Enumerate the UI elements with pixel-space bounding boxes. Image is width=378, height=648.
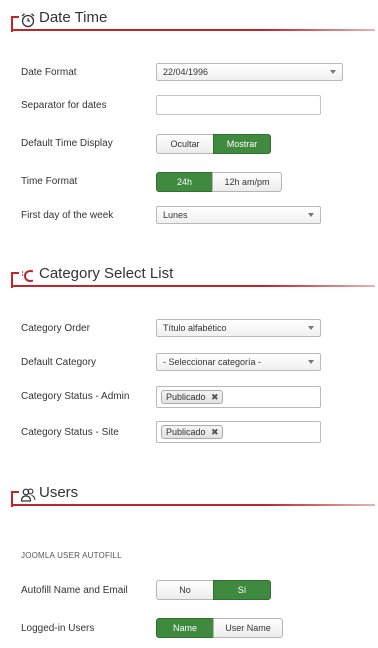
category-status-site-label: Category Status - Site bbox=[21, 427, 119, 438]
default-category-label: Default Category bbox=[21, 357, 97, 368]
12h-button[interactable]: 12h am/pm bbox=[212, 172, 282, 192]
chevron-down-icon bbox=[308, 326, 314, 330]
category-order-select[interactable]: Título alfabético bbox=[156, 319, 321, 337]
logged-in-users-toggle: Name User Name bbox=[156, 618, 283, 638]
status-chip-label: Publicado bbox=[166, 427, 206, 437]
remove-chip-icon[interactable]: ✖ bbox=[211, 391, 219, 403]
name-button[interactable]: Name bbox=[156, 618, 214, 638]
status-chip-label: Publicado bbox=[166, 392, 206, 402]
time-format-label: Time Format bbox=[21, 176, 78, 187]
category-order-value: Título alfabético bbox=[163, 323, 227, 333]
default-time-display-label: Default Time Display bbox=[21, 138, 113, 149]
section-header-date-time: Date Time bbox=[0, 6, 378, 36]
chevron-down-icon bbox=[308, 213, 314, 217]
date-format-label: Date Format bbox=[21, 67, 77, 78]
chevron-down-icon bbox=[330, 70, 336, 74]
date-format-select[interactable]: 22/04/1996 bbox=[156, 63, 343, 81]
category-status-admin-input[interactable]: Publicado ✖ bbox=[156, 386, 321, 408]
first-day-value: Lunes bbox=[163, 210, 188, 220]
no-button[interactable]: No bbox=[156, 580, 214, 600]
first-day-label: First day of the week bbox=[21, 210, 114, 221]
status-chip: Publicado ✖ bbox=[161, 390, 223, 404]
ocultar-button[interactable]: Ocultar bbox=[156, 134, 214, 154]
section-title: Category Select List bbox=[39, 265, 174, 282]
separator-input[interactable] bbox=[156, 95, 321, 115]
section-title: Users bbox=[39, 484, 79, 501]
section-divider bbox=[11, 285, 375, 287]
remove-chip-icon[interactable]: ✖ bbox=[211, 426, 219, 438]
default-category-select[interactable]: - Seleccionar categoría - bbox=[156, 353, 321, 371]
section-header-category: Category Select List bbox=[0, 262, 378, 292]
separator-label: Separator for dates bbox=[21, 100, 107, 111]
section-title: Date Time bbox=[39, 9, 108, 26]
si-button[interactable]: Sí bbox=[213, 580, 271, 600]
section-header-users: Users bbox=[0, 481, 378, 511]
logged-in-users-label: Logged-in Users bbox=[21, 623, 95, 634]
autofill-label: Autofill Name and Email bbox=[21, 585, 128, 596]
autofill-heading: JOOMLA USER AUTOFILL bbox=[21, 551, 122, 560]
time-format-toggle: 24h 12h am/pm bbox=[156, 172, 282, 192]
date-format-value: 22/04/1996 bbox=[163, 67, 209, 77]
user-name-button[interactable]: User Name bbox=[213, 618, 283, 638]
users-icon bbox=[20, 487, 36, 503]
default-category-value: - Seleccionar categoría - bbox=[163, 357, 262, 367]
category-list-icon bbox=[20, 268, 36, 284]
category-status-site-input[interactable]: Publicado ✖ bbox=[156, 421, 321, 443]
first-day-select[interactable]: Lunes bbox=[156, 206, 321, 224]
default-time-display-toggle: Ocultar Mostrar bbox=[156, 134, 271, 154]
section-divider bbox=[11, 504, 375, 506]
alarm-clock-icon bbox=[20, 12, 36, 28]
chevron-down-icon bbox=[308, 360, 314, 364]
24h-button[interactable]: 24h bbox=[156, 172, 213, 192]
category-order-label: Category Order bbox=[21, 323, 90, 334]
section-divider bbox=[11, 29, 375, 31]
status-chip: Publicado ✖ bbox=[161, 425, 223, 439]
category-status-admin-label: Category Status - Admin bbox=[21, 391, 130, 402]
mostrar-button[interactable]: Mostrar bbox=[213, 134, 271, 154]
autofill-toggle: No Sí bbox=[156, 580, 271, 600]
